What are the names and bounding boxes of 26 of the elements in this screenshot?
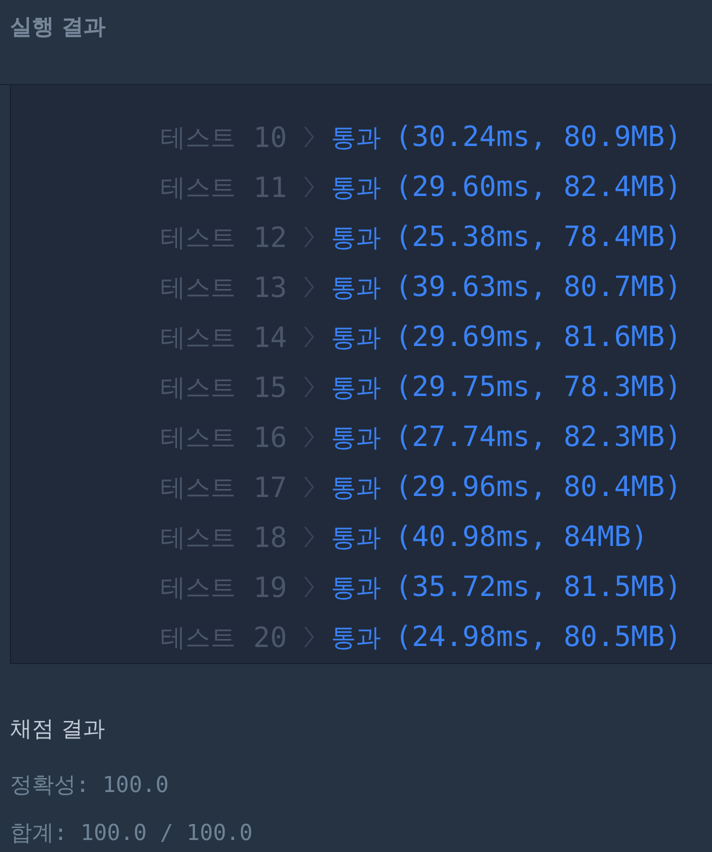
chevron-icon (303, 375, 315, 399)
chevron-icon (303, 625, 315, 649)
test-result: 통과 (40.98ms, 84MB) (331, 520, 649, 554)
chevron-icon (303, 125, 315, 149)
test-result: 통과 (35.72ms, 81.5MB) (331, 570, 683, 604)
chevron-icon (303, 475, 315, 499)
grading-title: 채점 결과 (10, 716, 106, 744)
chevron-icon (303, 175, 315, 199)
chevron-icon (303, 425, 315, 449)
test-result: 통과 (39.63ms, 80.7MB) (331, 270, 683, 304)
test-result: 통과 (29.96ms, 80.4MB) (331, 470, 683, 504)
chevron-icon (303, 225, 315, 249)
test-result: 통과 (29.75ms, 78.3MB) (331, 370, 683, 404)
test-result: 통과 (29.69ms, 81.6MB) (331, 320, 683, 354)
test-result: 통과 (24.98ms, 80.5MB) (331, 620, 683, 654)
test-result: 통과 (27.74ms, 82.3MB) (331, 420, 683, 454)
test-result: 통과 (29.60ms, 82.4MB) (331, 170, 683, 204)
test-result: 통과 (25.38ms, 78.4MB) (331, 220, 683, 254)
section-title: 실행 결과 (10, 15, 106, 40)
chevron-icon (303, 525, 315, 549)
chevron-icon (303, 275, 315, 299)
chevron-icon (303, 575, 315, 599)
score-line: 합계: 100.0 / 100.0 (10, 820, 254, 848)
test-result: 통과 (30.24ms, 80.9MB) (331, 120, 683, 154)
chevron-icon (303, 325, 315, 349)
score-line: 정확성: 100.0 (10, 772, 170, 800)
